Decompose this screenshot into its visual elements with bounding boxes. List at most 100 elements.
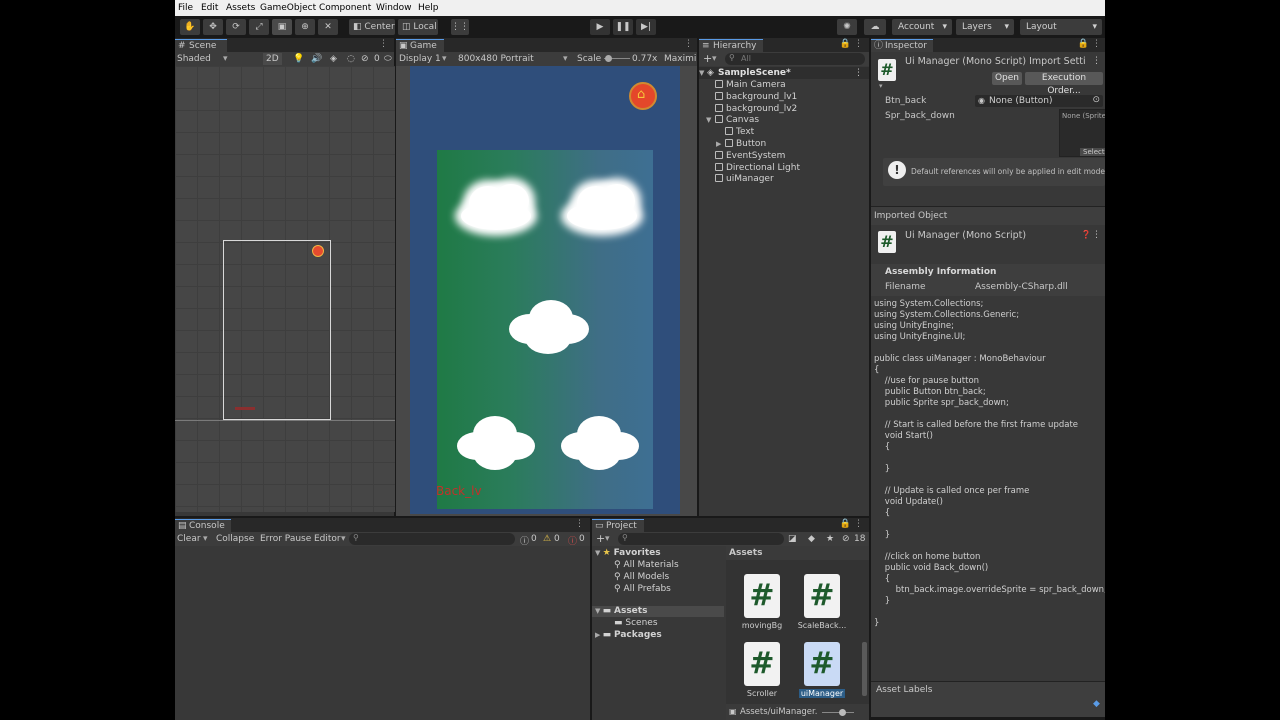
hierarchy-item[interactable]: Text [716, 126, 754, 138]
lock-icon[interactable]: 🔒 [840, 39, 851, 49]
icon-size-slider-thumb[interactable] [839, 709, 846, 716]
console-menu-icon[interactable]: ⋮ [575, 519, 584, 529]
search-by-label-icon[interactable]: ◆ [808, 534, 815, 544]
inspector-lock-icon[interactable]: 🔒 [1078, 39, 1089, 49]
file-label[interactable]: Scroller [732, 689, 792, 698]
pivot-center-toggle[interactable]: ◧ Center [349, 19, 395, 35]
menu-help[interactable]: Help [418, 3, 439, 13]
layers-dropdown[interactable]: Layers [956, 19, 1014, 35]
hierarchy-item[interactable]: uiManager [706, 173, 774, 185]
icon-size-slider-track[interactable] [822, 712, 854, 713]
home-button[interactable]: ⌂ [629, 82, 657, 110]
hierarchy-item[interactable]: ▼ Canvas [706, 114, 759, 126]
menu-assets[interactable]: Assets [226, 3, 255, 13]
display-dropdown[interactable]: Display 1 [399, 54, 441, 64]
tab-console[interactable]: ▤ Console [175, 519, 231, 532]
grid-snap-icon[interactable]: ⋮⋮ [451, 19, 469, 35]
packages-folder-row[interactable]: ▶ ▬ Packages [595, 630, 662, 641]
console-log-area[interactable] [175, 546, 590, 720]
project-search-input[interactable]: ⚲ [618, 533, 784, 545]
search-by-type-icon[interactable]: ◪ [788, 534, 797, 544]
console-search-input[interactable]: ⚲ [349, 533, 515, 545]
open-button[interactable]: Open [992, 72, 1022, 85]
rotate-tool-icon[interactable]: ⟳ [226, 19, 246, 35]
file-label[interactable]: ScaleBack... [792, 621, 852, 630]
pause-button[interactable]: ❚❚ [613, 19, 633, 35]
tab-inspector[interactable]: ⓘ Inspector [871, 39, 933, 52]
object-picker-icon[interactable]: ⊙ [1092, 95, 1100, 105]
editor-dropdown[interactable]: Editor [314, 534, 341, 544]
project-menu-icon[interactable]: ⋮ [854, 519, 863, 529]
custom-tool-icon[interactable]: ✕ [318, 19, 338, 35]
collapse-button[interactable]: Collapse [216, 534, 254, 544]
scale-tool-icon[interactable]: ⤢ [249, 19, 269, 35]
menu-gameobject[interactable]: GameObject [260, 3, 316, 13]
menu-edit[interactable]: Edit [201, 3, 218, 13]
hierarchy-item[interactable]: Main Camera [706, 79, 786, 91]
play-button[interactable]: ▶ [590, 19, 610, 35]
sprite-object-field[interactable]: None (Sprite) Select [1059, 109, 1105, 157]
step-button[interactable]: ▶| [636, 19, 656, 35]
hierarchy-item[interactable]: background_lv2 [706, 103, 797, 115]
file-label-selected[interactable]: uiManager [792, 689, 852, 698]
project-lock-icon[interactable]: 🔒 [840, 519, 851, 529]
warning-count-icon[interactable]: ⚠ [543, 534, 551, 544]
move-tool-icon[interactable]: ✥ [203, 19, 223, 35]
expand-arrow-icon[interactable]: ▶ [716, 138, 725, 150]
assets-folder-row[interactable]: ▼ ▬ Assets [592, 606, 724, 617]
pivot-local-toggle[interactable]: ◫ Local [398, 19, 438, 35]
audio-icon[interactable]: 🔊 [311, 54, 322, 64]
inspector-menu-icon[interactable]: ⋮ [1092, 39, 1101, 49]
tab-hierarchy[interactable]: ≡ Hierarchy [699, 39, 763, 52]
favorite-item[interactable]: ⚲ All Materials [614, 560, 679, 571]
account-dropdown[interactable]: Account [892, 19, 952, 35]
sprite-select-button[interactable]: Select [1080, 148, 1105, 156]
file-label[interactable]: movingBg [732, 621, 792, 630]
favorites-row[interactable]: ▼ ★ Favorites [595, 548, 661, 559]
shading-mode-dropdown[interactable]: Shaded [177, 54, 211, 64]
create-add-icon[interactable]: + [703, 52, 712, 65]
help-icon[interactable]: ❓ [1081, 230, 1091, 239]
project-create-icon[interactable]: + [596, 532, 605, 545]
layout-dropdown[interactable]: Layout [1020, 19, 1102, 35]
label-tag-icon[interactable]: ◆ [1093, 699, 1100, 709]
hidden-packages-icon[interactable]: ⊘ [842, 534, 850, 544]
scale-slider-thumb[interactable] [605, 55, 612, 62]
collab-icon[interactable]: ✺ [837, 19, 857, 35]
asset-grid-scrollbar[interactable] [862, 642, 867, 696]
favorite-item[interactable]: ⚲ All Models [614, 572, 669, 583]
execution-order-button[interactable]: Execution Order... [1025, 72, 1103, 96]
rect-tool-icon[interactable]: ▣ [272, 19, 292, 35]
2d-toggle[interactable]: 2D [263, 53, 282, 65]
visibility-icon[interactable]: ⊘ [361, 54, 369, 64]
gizmos-icon[interactable]: ⬭ [384, 54, 392, 64]
favorite-item[interactable]: ⚲ All Prefabs [614, 584, 671, 595]
hierarchy-search-input[interactable]: ⚲ All [725, 53, 865, 65]
resolution-dropdown[interactable]: 800x480 Portrait [458, 54, 534, 64]
effects-icon[interactable]: ◈ [330, 54, 337, 64]
hand-tool-icon[interactable]: ✋ [180, 19, 200, 35]
game-menu-icon[interactable]: ⋮ [684, 39, 693, 49]
hierarchy-item[interactable]: EventSystem [706, 150, 785, 162]
menu-component[interactable]: Component [319, 3, 371, 13]
btn-back-object-field[interactable]: ◉ None (Button) ⊙ [975, 95, 1103, 107]
hidden-objects-icon[interactable]: ◌ [347, 54, 355, 64]
maximize-toggle[interactable]: Maximi [664, 54, 696, 64]
hierarchy-menu-icon[interactable]: ⋮ [854, 39, 863, 49]
menu-window[interactable]: Window [376, 3, 412, 13]
scenes-folder-row[interactable]: ▬ Scenes [614, 618, 658, 629]
clear-button[interactable]: Clear [177, 534, 201, 544]
cloud-icon[interactable]: ☁ [864, 19, 886, 35]
scene-row-menu-icon[interactable]: ⋮ [854, 67, 863, 79]
inspector-title-menu-icon[interactable]: ⋮ [1092, 56, 1101, 66]
scene-menu-icon[interactable]: ⋮ [379, 39, 388, 49]
tab-scene[interactable]: # Scene [175, 39, 227, 52]
transform-tool-icon[interactable]: ⊕ [295, 19, 315, 35]
hierarchy-item[interactable]: ▶ Button [716, 138, 766, 150]
lighting-icon[interactable]: 💡 [293, 54, 304, 64]
tab-project[interactable]: ▭ Project [592, 519, 644, 532]
expand-arrow-icon[interactable]: ▼ [706, 114, 715, 126]
hierarchy-item[interactable]: background_lv1 [706, 91, 797, 103]
scene-view[interactable] [175, 66, 395, 512]
menu-file[interactable]: File [178, 3, 193, 13]
